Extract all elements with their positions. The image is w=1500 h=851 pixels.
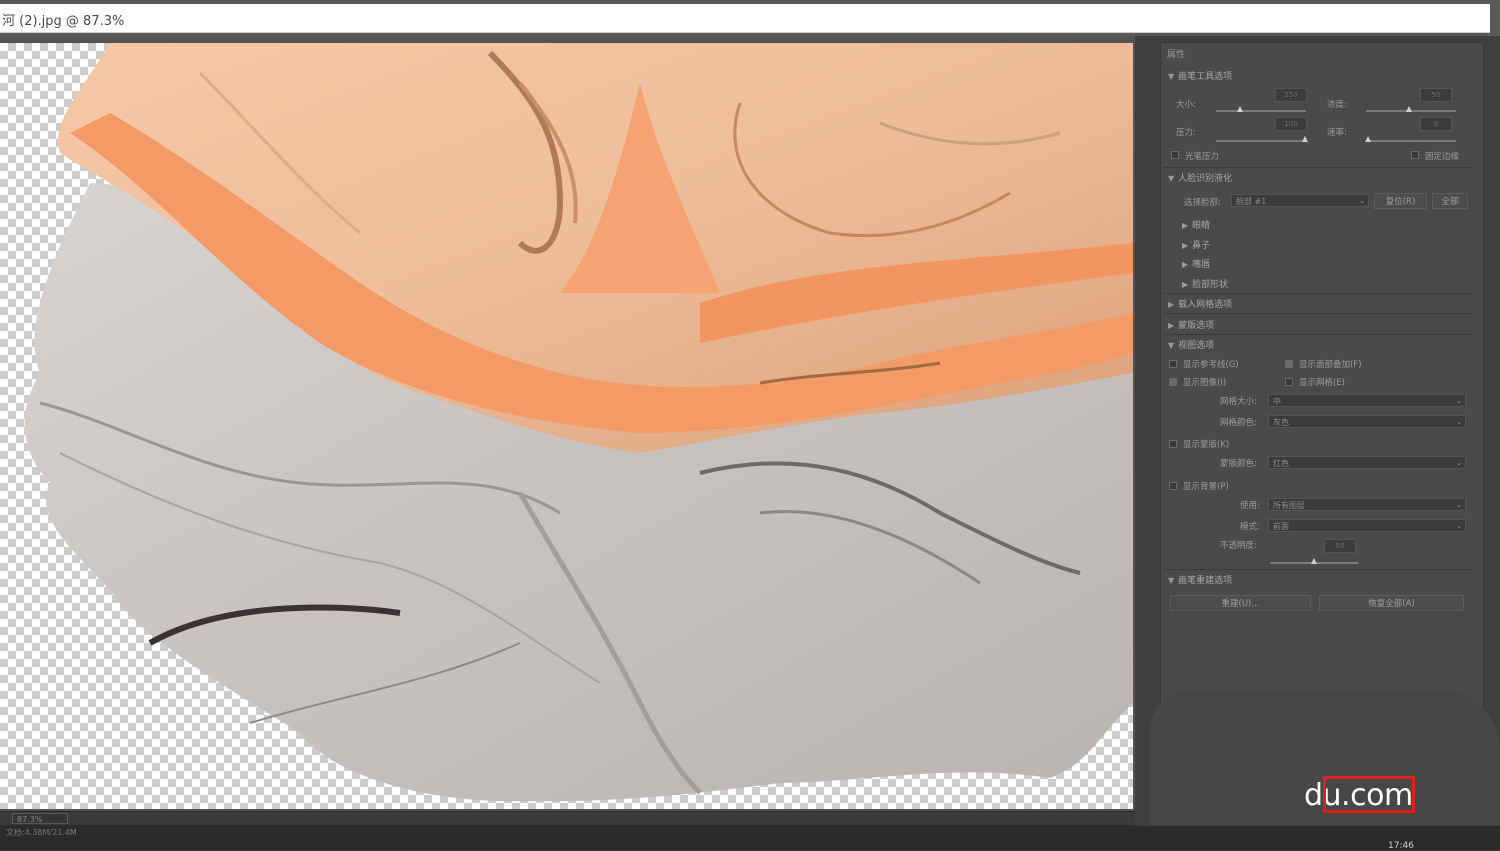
show-backdrop-checkbox[interactable] [1169,482,1177,490]
opacity-slider-handle[interactable] [1311,558,1317,564]
image-canvas[interactable] [0,43,1133,809]
mesh-size-label: 网格大小: [1220,397,1257,407]
face-aware-liquify-header[interactable]: ▼ 人脸识别液化 [1168,171,1232,184]
collapse-triangle-icon: ▶ [1168,321,1175,330]
mesh-size-dropdown[interactable]: 中 ⌄ [1268,394,1466,407]
status-bar: 87.3% [0,811,1150,826]
document-size: 文档:4.38M/21.4M [6,828,77,837]
mouth-section[interactable]: ▶ 嘴唇 [1182,257,1210,270]
chevron-down-icon: ⌄ [1456,459,1462,467]
rate-input[interactable]: 0 [1420,117,1452,131]
mask-options-header[interactable]: ▶ 蒙版选项 [1168,318,1214,331]
use-dropdown[interactable]: 所有图层 ⌄ [1268,498,1466,511]
size-label: 大小: [1176,100,1196,110]
pressure-label: 压力: [1176,128,1196,138]
divider [1164,167,1474,168]
divider [1164,569,1474,570]
collapse-triangle-icon: ▶ [1182,280,1189,289]
size-input[interactable]: 250 [1275,88,1307,102]
size-slider-handle[interactable] [1237,106,1243,112]
brush-tool-options-header[interactable]: ▼ 画笔工具选项 [1168,69,1232,82]
document-title: 河 (2).jpg @ 87.3% [2,14,125,29]
collapse-triangle-icon: ▶ [1168,300,1175,309]
rate-slider[interactable] [1366,140,1456,142]
collapse-triangle-icon: ▶ [1182,260,1189,269]
chevron-down-icon: ⌄ [1456,501,1462,509]
mesh-color-dropdown[interactable]: 灰色 ⌄ [1268,415,1466,428]
all-button[interactable]: 全部 [1432,193,1468,209]
collapse-triangle-icon: ▶ [1182,241,1189,250]
pressure-slider-handle[interactable] [1302,136,1308,142]
view-options-header[interactable]: ▼ 视图选项 [1168,338,1214,351]
size-slider[interactable] [1216,110,1306,112]
rate-slider-handle[interactable] [1365,136,1371,142]
mesh-color-label: 网格颜色: [1220,418,1257,428]
show-image-checkbox[interactable] [1169,378,1177,386]
opacity-input[interactable]: 50 [1324,539,1356,553]
mask-color-label: 蒙版颜色: [1220,459,1257,469]
show-guides-checkbox[interactable] [1169,360,1177,368]
chevron-down-icon: ⌄ [1359,197,1365,205]
expand-triangle-icon: ▼ [1168,174,1175,183]
pressure-input[interactable]: 100 [1275,117,1307,131]
show-image-label: 显示图像(I) [1183,378,1227,388]
pin-edges-label: 固定边缘 [1425,152,1460,162]
expand-triangle-icon: ▼ [1168,72,1175,81]
expand-triangle-icon: ▼ [1168,576,1175,585]
mode-label: 模式: [1240,522,1260,532]
reset-button[interactable]: 复位(R) [1374,193,1427,209]
show-mesh-checkbox[interactable] [1285,378,1293,386]
zoom-field[interactable]: 87.3% [12,813,68,824]
mode-dropdown[interactable]: 前面 ⌄ [1268,519,1466,532]
rate-label: 速率: [1327,128,1347,138]
taskbar: 文档:4.38M/21.4M 17:46 [0,825,1500,851]
eyes-section[interactable]: ▶ 眼睛 [1182,218,1210,231]
stylus-pressure-checkbox[interactable] [1171,151,1179,159]
title-bar: 河 (2).jpg @ 87.3% [0,0,1500,36]
show-mesh-label: 显示网格(E) [1299,378,1346,388]
show-face-overlay-checkbox[interactable] [1285,360,1293,368]
nose-section[interactable]: ▶ 鼻子 [1182,238,1210,251]
liquified-image [24,43,1133,802]
select-face-dropdown[interactable]: 脸部 #1 ⌄ [1231,194,1369,207]
panel-title: 属性 [1167,50,1186,60]
divider [1164,334,1474,335]
brush-reconstruct-options-header[interactable]: ▼ 画笔重建选项 [1168,573,1232,586]
mask-color-dropdown[interactable]: 红色 ⌄ [1268,456,1466,469]
use-label: 使用: [1240,501,1260,511]
density-input[interactable]: 50 [1420,88,1452,102]
collapse-triangle-icon: ▶ [1182,221,1189,230]
pin-edges-checkbox[interactable] [1411,151,1419,159]
pressure-slider[interactable] [1216,140,1306,142]
select-face-label: 选择脸部: [1184,198,1221,208]
density-slider-handle[interactable] [1406,106,1412,112]
show-mask-checkbox[interactable] [1169,440,1177,448]
chevron-down-icon: ⌄ [1456,522,1462,530]
face-shape-section[interactable]: ▶ 脸部形状 [1182,277,1228,290]
show-mask-label: 显示蒙版(K) [1183,440,1230,450]
divider [1164,293,1474,294]
restore-all-button[interactable]: 恢复全部(A) [1319,595,1464,611]
expand-triangle-icon: ▼ [1168,341,1175,350]
highlight-box [1323,776,1415,813]
show-backdrop-label: 显示背景(P) [1183,482,1229,492]
chevron-down-icon: ⌄ [1456,418,1462,426]
chevron-down-icon: ⌄ [1456,397,1462,405]
show-face-overlay-label: 显示面部叠加(F) [1299,360,1362,370]
divider [1164,313,1474,314]
stylus-pressure-label: 光笔压力 [1185,152,1220,162]
show-guides-label: 显示参考线(G) [1183,360,1239,370]
density-label: 浓度: [1327,100,1347,110]
document-tab[interactable]: 河 (2).jpg @ 87.3% [0,4,1490,33]
opacity-label: 不透明度: [1220,541,1257,551]
load-mesh-options-header[interactable]: ▶ 载入网格选项 [1168,297,1232,310]
reconstruct-button[interactable]: 重建(U)... [1170,595,1311,611]
